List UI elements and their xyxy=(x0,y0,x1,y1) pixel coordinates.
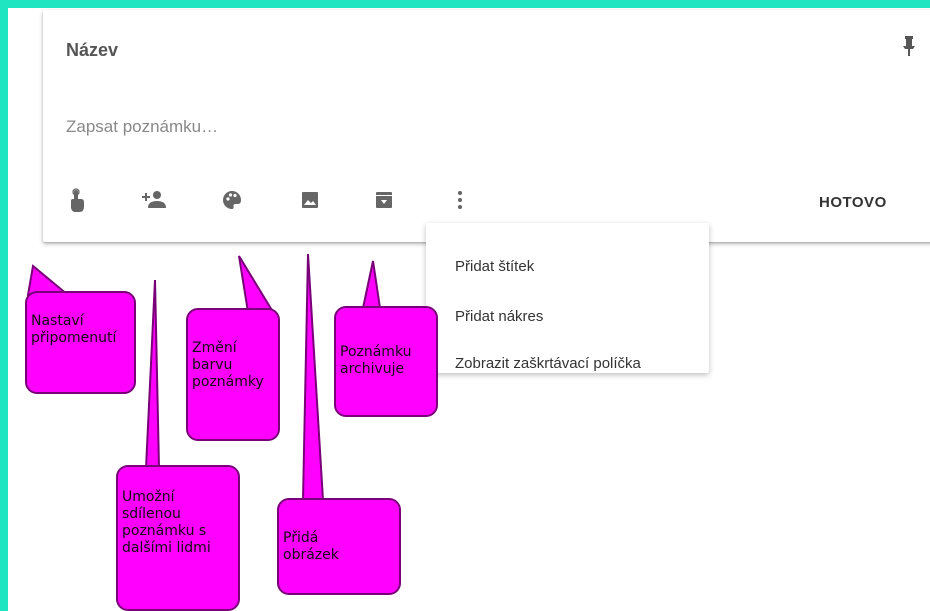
callout-tail-image xyxy=(301,253,325,501)
callout-archive: Poznámku archivuje xyxy=(334,306,438,417)
callout-collaborator: Umožní sdílenou poznámku s dalšími lidmi xyxy=(116,465,240,611)
callout-text-line: Umožní xyxy=(122,489,175,505)
callout-text-line: archivuje xyxy=(340,361,405,377)
callout-text-line: Změní xyxy=(192,340,237,356)
callout-text-line: obrázek xyxy=(283,547,339,563)
callout-image: Přidá obrázek xyxy=(277,498,401,595)
callout-text-line: poznámky xyxy=(192,374,264,390)
callout-text-line: poznámku s xyxy=(122,523,207,539)
callout-text-line: barvu xyxy=(192,357,233,373)
callout-color: Změní barvu poznámky xyxy=(186,308,280,441)
callout-text-line: Poznámku xyxy=(340,344,412,360)
screenshot-canvas: Název Zapsat poznámku… HOTOVO Přidat ští… xyxy=(8,8,930,611)
callout-tail-color xyxy=(238,255,275,313)
callout-text-line: sdílenou xyxy=(122,506,181,522)
callout-text-line: Přidá xyxy=(283,530,319,546)
callout-tail-archive xyxy=(361,260,382,309)
callout-reminder: Nastaví připomenutí xyxy=(25,291,136,394)
callout-text-line: Nastaví xyxy=(31,313,84,329)
callout-tail-collaborator xyxy=(144,279,161,469)
callout-text-line: dalšími lidmi xyxy=(122,540,211,556)
callout-text-line: připomenutí xyxy=(31,330,117,346)
